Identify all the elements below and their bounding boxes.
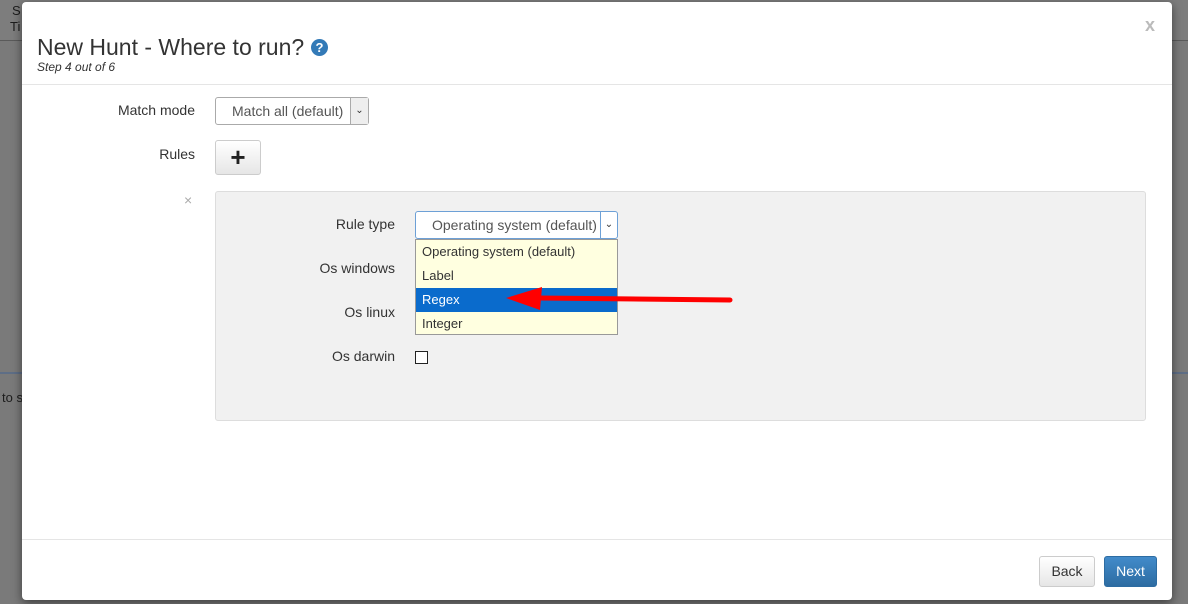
red-arrow-annotation xyxy=(506,287,733,310)
